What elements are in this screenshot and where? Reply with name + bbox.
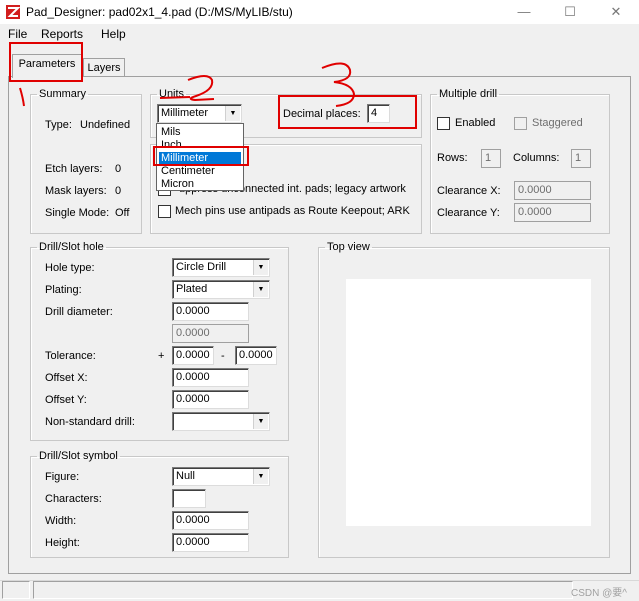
tolerance-plus-sign: + bbox=[158, 350, 165, 362]
maximize-button[interactable]: ☐ bbox=[547, 0, 593, 24]
offset-x-value: 0.0000 bbox=[176, 371, 210, 383]
mech-pins-label: Mech pins use antipads as Route Keepout;… bbox=[175, 205, 410, 217]
menu-help[interactable]: Help bbox=[101, 27, 126, 41]
height-label: Height: bbox=[45, 537, 80, 549]
hole-type-value: Circle Drill bbox=[176, 261, 227, 273]
summary-etch-value: 0 bbox=[115, 163, 122, 175]
close-button[interactable]: ✕ bbox=[593, 0, 639, 24]
clearance-x-input[interactable]: 0.0000 bbox=[514, 181, 591, 200]
tab-layers-label: Layers bbox=[87, 62, 121, 74]
drill-diameter-input[interactable]: 0.0000 bbox=[172, 302, 249, 321]
drill-symbol-legend: Drill/Slot symbol bbox=[39, 450, 118, 462]
tolerance-label: Tolerance: bbox=[45, 350, 96, 362]
chevron-down-icon[interactable]: ▼ bbox=[253, 469, 268, 484]
tolerance-minus-sign: - bbox=[221, 350, 225, 362]
app-icon bbox=[6, 5, 21, 19]
clearance-y-input[interactable]: 0.0000 bbox=[514, 203, 591, 222]
plating-label: Plating: bbox=[45, 284, 82, 296]
tolerance-minus-value: 0.0000 bbox=[239, 349, 273, 361]
clearance-x-label: Clearance X: bbox=[437, 185, 501, 197]
status-cell-2 bbox=[33, 581, 573, 599]
columns-label: Columns: bbox=[513, 152, 560, 164]
characters-input[interactable] bbox=[172, 489, 206, 508]
figure-select[interactable]: Null ▼ bbox=[172, 467, 270, 486]
rows-label: Rows: bbox=[437, 152, 468, 164]
plating-select[interactable]: Plated ▼ bbox=[172, 280, 270, 299]
menu-reports[interactable]: Reports bbox=[41, 27, 83, 41]
clearance-y-value: 0.0000 bbox=[518, 206, 552, 218]
watermark-text: CSDN @要^ bbox=[571, 588, 627, 599]
tab-layers[interactable]: Layers bbox=[83, 58, 125, 78]
height-value: 0.0000 bbox=[176, 536, 210, 548]
summary-single-value: Off bbox=[115, 207, 130, 219]
tolerance-minus-input[interactable]: 0.0000 bbox=[235, 346, 277, 365]
columns-input[interactable]: 1 bbox=[571, 149, 591, 168]
columns-value: 1 bbox=[575, 152, 582, 164]
offset-y-value: 0.0000 bbox=[176, 393, 210, 405]
annotation-box-parameters bbox=[9, 42, 83, 82]
plating-value: Plated bbox=[176, 283, 208, 295]
drill-diameter2-value: 0.0000 bbox=[176, 327, 210, 339]
chevron-down-icon[interactable]: ▼ bbox=[225, 106, 240, 121]
annotation-box-decimal bbox=[278, 95, 417, 129]
units-option-mils[interactable]: Mils bbox=[159, 126, 241, 139]
drill-diameter2-input[interactable]: 0.0000 bbox=[172, 324, 249, 343]
summary-etch-label: Etch layers: bbox=[45, 163, 103, 175]
width-input[interactable]: 0.0000 bbox=[172, 511, 249, 530]
units-legend: Units bbox=[159, 88, 185, 100]
summary-type-label: Type: bbox=[45, 119, 72, 131]
tolerance-plus-value: 0.0000 bbox=[176, 349, 210, 361]
staggered-label: Staggered bbox=[532, 117, 583, 129]
clearance-x-value: 0.0000 bbox=[518, 184, 552, 196]
enabled-label: Enabled bbox=[455, 117, 496, 129]
summary-single-label: Single Mode: bbox=[45, 207, 110, 219]
multiple-drill-legend: Multiple drill bbox=[439, 88, 498, 100]
width-value: 0.0000 bbox=[176, 514, 210, 526]
summary-mask-value: 0 bbox=[115, 185, 122, 197]
mech-pins-checkbox[interactable] bbox=[158, 205, 171, 218]
offset-y-input[interactable]: 0.0000 bbox=[172, 390, 249, 409]
enabled-checkbox[interactable] bbox=[437, 117, 450, 130]
units-selected-value: Millimeter bbox=[161, 107, 209, 119]
annotation-box-millimeter bbox=[153, 146, 249, 166]
characters-label: Characters: bbox=[45, 493, 102, 505]
window-title: Pad_Designer: pad02x1_4.pad (D:/MS/MyLIB… bbox=[26, 5, 293, 19]
menu-file[interactable]: File bbox=[8, 27, 27, 41]
hole-type-label: Hole type: bbox=[45, 262, 95, 274]
chevron-down-icon[interactable]: ▼ bbox=[253, 282, 268, 297]
height-input[interactable]: 0.0000 bbox=[172, 533, 249, 552]
figure-value: Null bbox=[176, 470, 195, 482]
top-view-legend: Top view bbox=[327, 241, 370, 253]
units-option-centimeter[interactable]: Centimeter bbox=[159, 165, 241, 178]
nonstd-drill-label: Non-standard drill: bbox=[45, 416, 135, 428]
drill-hole-legend: Drill/Slot hole bbox=[39, 241, 104, 253]
nonstd-drill-select[interactable]: ▼ bbox=[172, 412, 270, 431]
tolerance-plus-input[interactable]: 0.0000 bbox=[172, 346, 214, 365]
status-cell-1 bbox=[2, 581, 30, 599]
staggered-checkbox[interactable] bbox=[514, 117, 527, 130]
top-view-canvas[interactable] bbox=[346, 279, 591, 526]
offset-x-label: Offset X: bbox=[45, 372, 88, 384]
summary-legend: Summary bbox=[39, 88, 87, 100]
drill-diameter-value: 0.0000 bbox=[176, 305, 210, 317]
figure-label: Figure: bbox=[45, 471, 80, 483]
width-label: Width: bbox=[45, 515, 77, 527]
chevron-down-icon[interactable]: ▼ bbox=[253, 260, 268, 275]
drill-diameter-label: Drill diameter: bbox=[45, 306, 113, 318]
clearance-y-label: Clearance Y: bbox=[437, 207, 500, 219]
minimize-button[interactable]: — bbox=[501, 0, 547, 24]
summary-type-value: Undefined bbox=[80, 119, 131, 131]
offset-x-input[interactable]: 0.0000 bbox=[172, 368, 249, 387]
chevron-down-icon[interactable]: ▼ bbox=[253, 414, 268, 429]
offset-y-label: Offset Y: bbox=[45, 394, 87, 406]
rows-input[interactable]: 1 bbox=[481, 149, 501, 168]
title-bar: Pad_Designer: pad02x1_4.pad (D:/MS/MyLIB… bbox=[0, 0, 639, 24]
menu-bar: File Reports Help bbox=[0, 24, 639, 44]
units-select[interactable]: Millimeter ▼ bbox=[157, 104, 242, 123]
units-option-micron[interactable]: Micron bbox=[159, 178, 241, 191]
hole-type-select[interactable]: Circle Drill ▼ bbox=[172, 258, 270, 277]
summary-mask-label: Mask layers: bbox=[45, 185, 107, 197]
rows-value: 1 bbox=[485, 152, 492, 164]
